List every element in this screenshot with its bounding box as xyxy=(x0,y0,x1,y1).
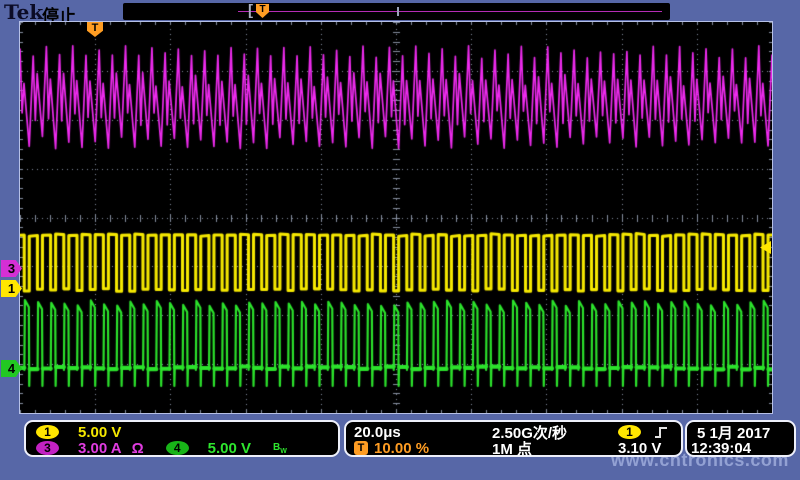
ch3-badge: 3 xyxy=(36,441,59,455)
channel-readout-box: 1 5.00 V 3 3.00 A Ω 4 5.00 V BW xyxy=(24,420,340,457)
ch1-readout: 1 5.00 V xyxy=(36,424,121,440)
bandwidth-limit-icon: BW xyxy=(273,442,287,455)
trigger-position-badge: T xyxy=(354,441,368,455)
window-bracket: [ xyxy=(248,2,253,19)
ch1-scale: 5.00 V xyxy=(78,424,121,441)
trigger-source-row: 1 xyxy=(618,424,669,440)
ch1-badge: 1 xyxy=(36,425,59,439)
trigger-level-row: 3.10 V xyxy=(618,440,661,456)
rising-edge-icon xyxy=(653,425,669,440)
record-waveform-line xyxy=(238,11,662,12)
ch4-scale: 5.00 V xyxy=(208,440,251,457)
time-row: 12:39:04 xyxy=(691,440,751,456)
datetime-box: 5 1月 2017 12:39:04 xyxy=(685,420,796,457)
record-preview-bar: [ T xyxy=(123,3,670,20)
ch3-coupling: Ω xyxy=(132,440,144,457)
record-length: 1M 点 xyxy=(492,438,532,459)
record-center-tick xyxy=(397,7,399,16)
record-length-row: 1M 点 xyxy=(492,440,532,456)
trigger-position-icon: T xyxy=(256,4,269,18)
horizontal-trigger-readout-box: 20.0μs T 10.00 % 2.50G次/秒 1M 点 1 3.10 V xyxy=(344,420,683,457)
waveform-canvas xyxy=(20,22,772,413)
ch4-badge: 4 xyxy=(166,441,189,455)
date-row: 5 1月 2017 xyxy=(697,424,770,440)
horizontal-scale-row: 20.0μs xyxy=(354,424,401,440)
time-text: 12:39:04 xyxy=(691,440,751,457)
horizontal-position-row: T 10.00 % xyxy=(354,440,429,456)
horizontal-position: 10.00 % xyxy=(374,440,429,457)
trigger-level: 3.10 V xyxy=(618,440,661,457)
trigger-source-badge: 1 xyxy=(618,425,641,439)
horizontal-scale: 20.0μs xyxy=(354,424,401,441)
waveform-display: T xyxy=(19,21,773,414)
ch3-ch4-readout: 3 3.00 A Ω 4 5.00 V BW xyxy=(36,440,287,456)
ch3-scale: 3.00 A xyxy=(78,440,122,457)
